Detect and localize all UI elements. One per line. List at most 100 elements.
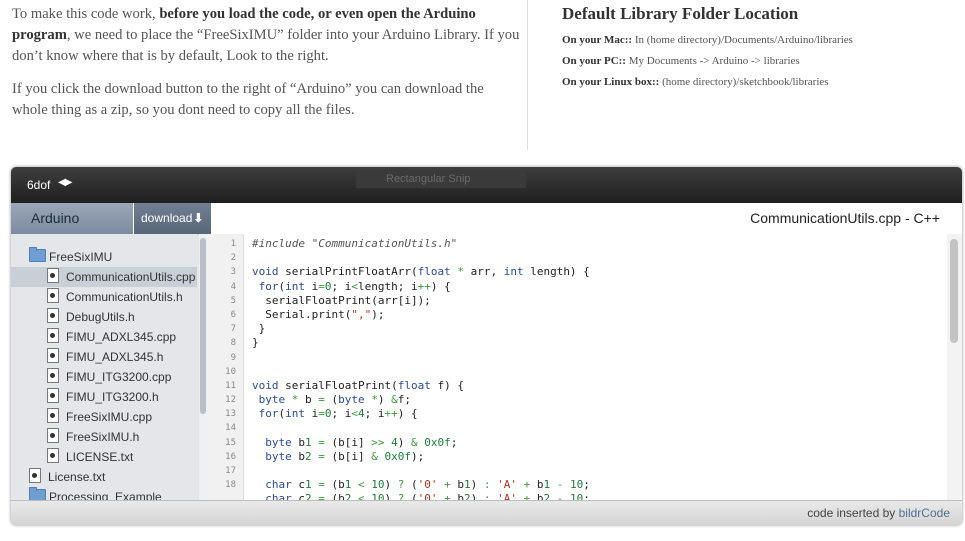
library-row-mac: On your Mac:: In (home directory)/Docume…: [562, 30, 957, 51]
file-icon: [47, 348, 59, 363]
tree-item-label: FIMU_ADXL345.cpp: [66, 330, 177, 344]
snip-overlay: Rectangular Snip: [356, 170, 526, 188]
tree-file[interactable]: FIMU_ITG3200.cpp: [11, 367, 197, 387]
footer-text: code inserted by: [807, 506, 899, 520]
code-line: byte * b = (byte *) &f;: [258, 393, 411, 407]
library-title: Default Library Folder Location: [562, 4, 799, 23]
tree-item-label: CommunicationUtils.h: [66, 290, 183, 304]
tree-file[interactable]: LICENSE.txt: [11, 447, 197, 467]
file-tree: FreeSixIMU CommunicationUtils.cpp Communic…: [11, 234, 197, 500]
library-row-label: On your Mac::: [562, 34, 633, 46]
code-line: char c2 = (b2 < 10) ? ('0' + b2) : 'A' +…: [265, 492, 590, 500]
tree-file[interactable]: FIMU_ITG3200.h: [11, 387, 197, 407]
intro-paragraph-2: If you click the download button to the …: [12, 81, 484, 118]
tree-file[interactable]: FreeSixIMU.h: [11, 427, 197, 447]
line-number: 11: [225, 380, 236, 391]
tree-file[interactable]: CommunicationUtils.h: [11, 287, 197, 307]
file-icon: [47, 428, 59, 443]
code-editor[interactable]: #include "CommunicationUtils.h" void ser…: [244, 234, 947, 500]
folder-icon: [29, 247, 46, 262]
column-divider: [527, 0, 528, 150]
library-row-pc: On your PC:: My Documents -> Arduino -> …: [562, 51, 957, 72]
code-line: Serial.print(",");: [252, 307, 385, 321]
line-number: 12: [225, 395, 236, 406]
library-row-label: On your Linux box::: [562, 76, 660, 88]
file-icon: [47, 288, 59, 303]
code-line: for(int i=0; i<length; i++) {: [258, 279, 451, 293]
tree-item-label: FIMU_ITG3200.cpp: [66, 370, 172, 384]
tree-file[interactable]: CommunicationUtils.cpp: [11, 267, 197, 287]
line-number: 16: [225, 451, 236, 462]
file-icon: [47, 448, 59, 463]
file-icon: [47, 308, 59, 323]
code-line: char c1 = (b1 < 10) ? ('0' + b1) : 'A' +…: [265, 478, 590, 492]
library-row-path: My Documents -> Arduino -> libraries: [628, 55, 800, 67]
tree-item-label: License.txt: [48, 470, 106, 484]
line-number: 9: [230, 352, 236, 363]
tree-folder[interactable]: FreeSixIMU: [11, 247, 197, 267]
code-line: byte b1 = (b[i] >> 4) & 0x0f;: [265, 435, 458, 449]
line-number: 6: [230, 309, 236, 320]
project-name[interactable]: 6dof: [27, 178, 50, 192]
tree-folder[interactable]: Processing_Example: [11, 487, 197, 500]
code-scrollbar[interactable]: [947, 234, 962, 500]
tree-file[interactable]: FIMU_ADXL345.h: [11, 347, 197, 367]
tree-file[interactable]: License.txt: [11, 467, 197, 487]
tree-file[interactable]: FreeSixIMU.cpp: [11, 407, 197, 427]
code-line: for(int i=0; i<4; i++) {: [258, 407, 418, 421]
line-number: 5: [230, 295, 236, 306]
line-number: 17: [225, 466, 236, 476]
download-arrow-icon: ⬇: [193, 211, 204, 225]
code-widget: 6dof ◀▶ Arduino download⬇ CommunicationU…: [11, 167, 962, 525]
download-button[interactable]: download⬇: [134, 203, 211, 234]
snip-overlay-text: Rectangular Snip: [386, 173, 471, 185]
line-number: 4: [230, 281, 236, 292]
widget-footer: code inserted by bildrCode: [11, 500, 962, 525]
tree-file[interactable]: FIMU_ADXL345.cpp: [11, 327, 197, 347]
tree-item-label: FreeSixIMU: [49, 250, 113, 264]
intro-text: To make this code work, before you load …: [12, 4, 522, 133]
library-location-box: Default Library Folder Location On your …: [562, 4, 957, 93]
library-row-path: (home directory)/sketchbook/libraries: [662, 76, 829, 88]
line-number: 3: [230, 267, 236, 278]
code-line: }: [252, 336, 259, 350]
line-number: 8: [230, 338, 236, 349]
tree-item-label: Processing_Example: [49, 490, 162, 500]
line-number: 10: [225, 366, 236, 377]
code-line: void serialPrintFloatArr(float * arr, in…: [252, 265, 590, 279]
line-number: 1: [230, 239, 236, 249]
line-number: 15: [225, 437, 236, 448]
tree-item-label: DebugUtils.h: [66, 310, 135, 324]
intro-paragraph-1: To make this code work, before you load …: [12, 4, 522, 67]
file-tree-scrollbar[interactable]: [199, 234, 208, 500]
folder-icon: [29, 487, 46, 500]
file-icon: [47, 408, 59, 423]
file-tree-scroll-thumb[interactable]: [200, 238, 206, 414]
download-label: download: [141, 211, 193, 225]
file-icon: [47, 328, 59, 343]
code-line: }: [252, 322, 266, 336]
widget-subbar: Arduino download⬇ CommunicationUtils.cpp…: [11, 203, 962, 235]
tree-item-label: FIMU_ADXL345.h: [66, 350, 164, 364]
tree-item-label: FreeSixIMU.cpp: [66, 410, 153, 424]
tree-file[interactable]: DebugUtils.h: [11, 307, 197, 327]
bildrcode-link[interactable]: bildrCode: [899, 506, 950, 520]
library-row-path: In (home directory)/Documents/Arduino/li…: [634, 34, 853, 46]
library-row-linux: On your Linux box:: (home directory)/ske…: [562, 72, 957, 93]
project-switch-arrows-icon[interactable]: ◀▶: [58, 177, 72, 188]
tab-arduino[interactable]: Arduino: [11, 203, 133, 234]
line-number: 7: [230, 324, 236, 335]
footer-credit: code inserted by bildrCode: [807, 506, 950, 520]
code-line: byte b2 = (b[i] & 0x0f);: [265, 449, 425, 463]
intro-p1-end: , we need to place the “FreeSixIMU” fold…: [12, 27, 520, 64]
line-number: 14: [225, 423, 236, 434]
file-icon: [29, 468, 41, 483]
code-line: serialFloatPrint(arr[i]);: [252, 293, 431, 307]
tree-item-label: FreeSixIMU.h: [66, 430, 140, 444]
code-scroll-thumb[interactable]: [950, 239, 958, 343]
line-number: 13: [225, 409, 236, 420]
